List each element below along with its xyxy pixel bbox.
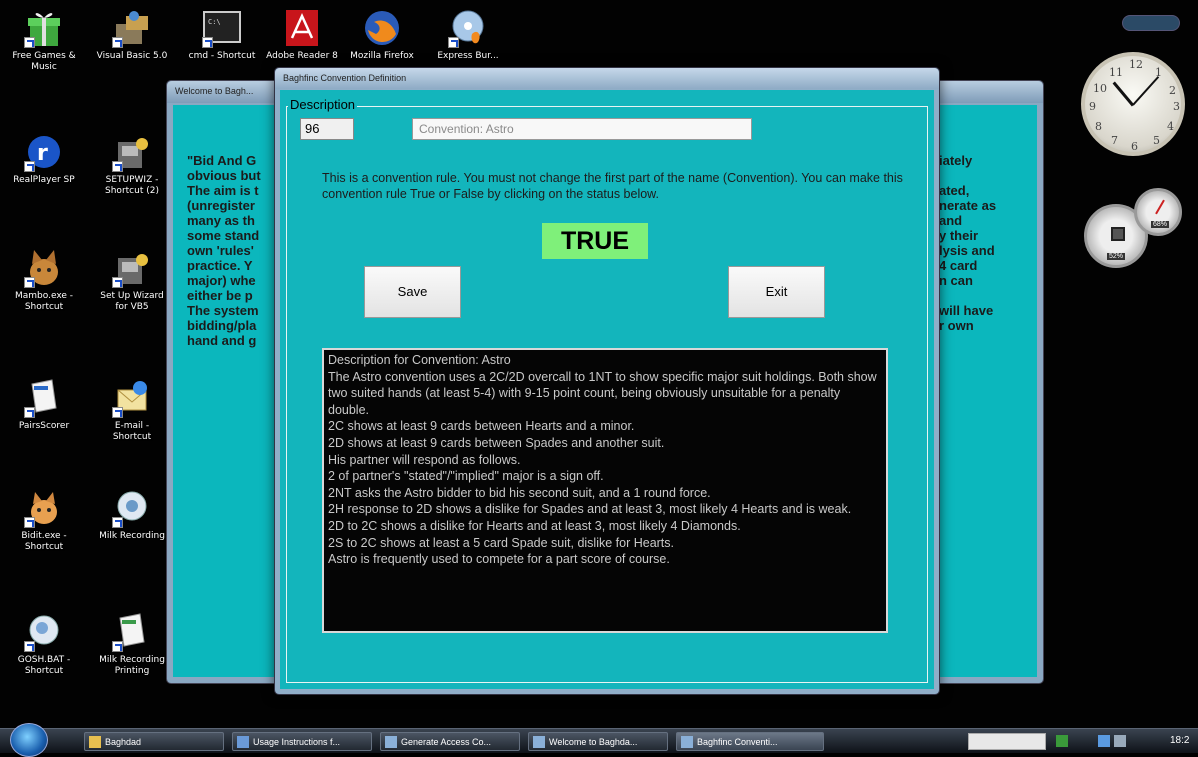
setup-wizard-icon [112, 132, 152, 172]
disc-burner-icon [448, 8, 488, 48]
gauge-center-icon [1111, 227, 1125, 241]
description-textarea[interactable]: Description for Convention: Astro The As… [322, 348, 888, 633]
taskbar-item-active[interactable]: Baghfinc Conventi... [676, 732, 824, 751]
clock-gadget: 12 1 2 3 4 5 6 7 8 9 10 11 [1081, 52, 1185, 156]
network-icon[interactable] [1056, 735, 1068, 747]
desktop-icon[interactable]: Express Bur... [432, 8, 504, 62]
desktop-icon[interactable]: Free Games & Music [8, 8, 80, 73]
description-line: The Astro convention uses a 2C/2D overca… [328, 369, 877, 417]
taskbar-clock[interactable]: 18:2 [1170, 735, 1189, 746]
desktop-icon[interactable]: Bidit.exe - Shortcut [8, 488, 80, 553]
desktop-icon[interactable]: Mambo.exe - Shortcut [8, 248, 80, 313]
clock-minute-hand [1132, 76, 1160, 106]
clock-hour-hand [1112, 81, 1135, 107]
status-toggle[interactable]: TRUE [542, 223, 648, 259]
description-line: 2C shows at least 9 cards between Hearts… [328, 419, 635, 434]
desktop-icon[interactable]: PairsScorer [8, 378, 80, 432]
taskbar-item[interactable]: Baghdad [84, 732, 224, 751]
desktop-icon[interactable]: Milk Recording Printing [96, 612, 168, 677]
description-line: Astro is frequently used to compete for … [328, 552, 670, 567]
svg-text:C:\: C:\ [208, 18, 221, 26]
desktop-icon[interactable]: Milk Recording [96, 488, 168, 542]
welcome-text-left: "Bid And G obvious but The aim is t (unr… [187, 153, 261, 348]
email-icon [112, 378, 152, 418]
taskbar-item[interactable]: Generate Access Co... [380, 732, 520, 751]
instructions-text: This is a convention rule. You must not … [322, 171, 903, 201]
desktop-icon[interactable]: Set Up Wizard for VB5 [96, 248, 168, 313]
desktop-icon[interactable]: Visual Basic 5.0 [96, 8, 168, 62]
battery-icon[interactable] [1114, 735, 1126, 747]
cat-icon [24, 488, 64, 528]
description-line: 2NT asks the Astro bidder to bid his sec… [328, 485, 711, 500]
language-bar[interactable] [968, 733, 1046, 750]
desktop-icon[interactable]: SETUPWIZ - Shortcut (2) [96, 132, 168, 197]
cat-icon [24, 248, 64, 288]
document-icon [112, 612, 152, 652]
batch-file-icon [24, 612, 64, 652]
save-button[interactable]: Save [364, 266, 461, 318]
svg-text:r: r [37, 141, 48, 166]
description-line: 2 of partner's "stated"/"implied" major … [328, 469, 604, 484]
rule-name-field[interactable]: Convention: Astro [412, 118, 752, 140]
desktop-icon[interactable]: E-mail - Shortcut [96, 378, 168, 443]
desktop-icon[interactable]: Mozilla Firefox [346, 8, 418, 62]
app-window-icon [385, 736, 397, 748]
desktop-icon[interactable]: GOSH.BAT - Shortcut [8, 612, 80, 677]
app-window-icon [533, 736, 545, 748]
app-window-icon [681, 736, 693, 748]
gadget-toolbar[interactable] [1122, 15, 1180, 31]
gauge-needle [1155, 199, 1165, 215]
description-line: 2D to 2C shows a dislike for Hearts and … [328, 518, 741, 533]
terminal-icon: C:\ [202, 8, 242, 48]
desktop-icon[interactable]: C:\ cmd - Shortcut [186, 8, 258, 62]
desktop-icon[interactable]: Adobe Reader 8 [266, 8, 338, 62]
exit-button[interactable]: Exit [728, 266, 825, 318]
convention-definition-dialog[interactable]: Baghfinc Convention Definition Descripti… [274, 67, 940, 695]
description-line: 2S to 2C shows at least a 5 card Spade s… [328, 535, 675, 550]
document-icon [112, 488, 152, 528]
visual-basic-icon [112, 8, 152, 48]
realplayer-icon: r [24, 132, 64, 172]
desktop: Free Games & Music Visual Basic 5.0 C:\ … [0, 0, 1198, 728]
document-icon [24, 378, 64, 418]
description-line: 2H response to 2D shows a dislike for Sp… [328, 502, 852, 517]
gift-icon [24, 8, 64, 48]
dialog-content: Description 96 Convention: Astro This is… [280, 90, 934, 689]
taskbar-item[interactable]: Usage Instructions f... [232, 732, 372, 751]
document-icon [237, 736, 249, 748]
welcome-text-right: iately ated, nerate as and y their lysis… [939, 153, 997, 333]
taskbar: Baghdad Usage Instructions f... Generate… [0, 723, 1198, 757]
memory-meter-gauge: 68% [1134, 188, 1182, 236]
folder-icon [89, 736, 101, 748]
system-tray: 18:2 [960, 729, 1198, 754]
description-line: Description for Convention: Astro [328, 353, 511, 367]
start-button[interactable] [10, 723, 48, 757]
firefox-icon [362, 8, 402, 48]
adobe-reader-icon [282, 8, 322, 48]
description-line: His partner will respond as follows. [328, 452, 521, 467]
desktop-icon[interactable]: r RealPlayer SP [8, 132, 80, 186]
description-group-label: Description [288, 97, 358, 112]
description-line: 2D shows at least 9 cards between Spades… [328, 435, 665, 450]
dialog-titlebar[interactable]: Baghfinc Convention Definition [275, 68, 939, 89]
rule-number-field[interactable]: 96 [300, 118, 354, 140]
taskbar-item[interactable]: Welcome to Baghda... [528, 732, 668, 751]
volume-icon[interactable] [1098, 735, 1110, 747]
setup-wizard-icon [112, 248, 152, 288]
